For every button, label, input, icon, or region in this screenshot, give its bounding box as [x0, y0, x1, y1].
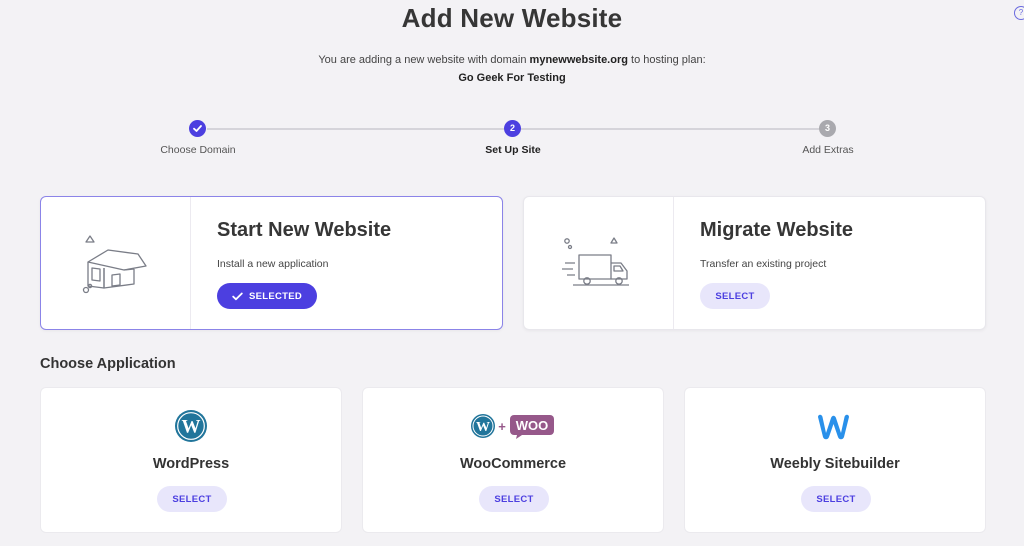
svg-text:W: W	[476, 420, 490, 435]
svg-text:WOO: WOO	[516, 418, 549, 433]
progress-stepper: Choose Domain 2 Set Up Site 3 Add Extras	[0, 0, 1024, 160]
svg-text:+: +	[498, 419, 506, 434]
woocommerce-name: WooCommerce	[459, 456, 567, 472]
woocommerce-icon: W + WOO	[363, 408, 663, 444]
app-card-weebly[interactable]: Weebly Sitebuilder SELECT	[684, 387, 986, 533]
step-3-number: 3	[819, 120, 836, 137]
step-2-label: Set Up Site	[485, 144, 541, 156]
step-connector-1	[207, 128, 504, 130]
migrate-website-title: Migrate Website	[700, 219, 853, 241]
start-new-website-desc: Install a new application	[217, 258, 329, 270]
start-new-website-card[interactable]: Start New Website Install a new applicat…	[40, 196, 503, 330]
selected-button-label: SELECTED	[248, 290, 303, 302]
app-card-woocommerce[interactable]: W + WOO WooCommerce SELECT	[362, 387, 664, 533]
weebly-name: Weebly Sitebuilder	[770, 456, 900, 472]
woocommerce-select-button[interactable]: SELECT	[479, 486, 549, 512]
svg-text:W: W	[182, 417, 201, 438]
wordpress-name: WordPress	[152, 456, 230, 472]
app-card-wordpress[interactable]: W WordPress SELECT	[40, 387, 342, 533]
migrate-website-card[interactable]: Migrate Website Transfer an existing pro…	[523, 196, 986, 330]
migrate-website-select-button[interactable]: SELECT	[700, 283, 770, 309]
start-new-website-selected-button[interactable]: SELECTED	[217, 283, 317, 309]
check-icon	[232, 292, 243, 300]
step-3-label: Add Extras	[802, 144, 854, 156]
start-new-website-title: Start New Website	[217, 219, 392, 241]
step-2-number: 2	[504, 120, 521, 137]
house-icon	[41, 197, 191, 329]
weebly-select-button[interactable]: SELECT	[801, 486, 871, 512]
step-1-check-icon	[189, 120, 206, 137]
truck-icon	[524, 197, 674, 329]
wordpress-select-button[interactable]: SELECT	[157, 486, 227, 512]
step-1-label: Choose Domain	[160, 144, 236, 156]
choose-application-heading: Choose Application	[40, 356, 176, 372]
step-connector-2	[521, 128, 819, 130]
wordpress-icon: W	[41, 408, 341, 444]
weebly-icon	[685, 408, 985, 444]
migrate-website-desc: Transfer an existing project	[700, 258, 827, 270]
